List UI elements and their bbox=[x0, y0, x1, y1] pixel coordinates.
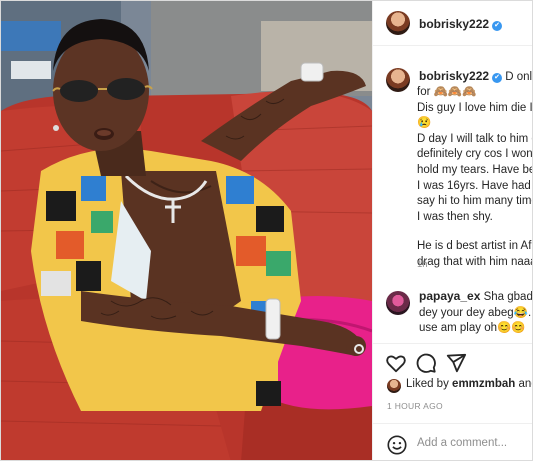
caption-line: I was 16yrs. Have had o bbox=[417, 179, 533, 192]
commenter-avatar[interactable] bbox=[386, 291, 410, 315]
post-header: bobrisky222 ✔ bbox=[373, 1, 532, 46]
likes-line: Liked by emmzmbah and 5 bbox=[406, 378, 532, 390]
smiley-icon[interactable] bbox=[386, 434, 408, 456]
liker-avatar[interactable] bbox=[387, 379, 401, 393]
caption-line: Dis guy I love him die I bbox=[417, 101, 533, 114]
action-bar bbox=[373, 343, 532, 378]
caption-line: I was then shy. bbox=[417, 210, 493, 223]
post-side-panel: bobrisky222✔ bobrisky222✔ D only c for 🙈… bbox=[372, 1, 533, 460]
likes-user[interactable]: emmzmbah bbox=[452, 378, 515, 390]
commenter-username[interactable]: papaya_ex bbox=[419, 289, 480, 303]
caption-line: for 🙈🙈🙈 bbox=[417, 86, 477, 98]
caption-line: definitely cry cos I won't bbox=[417, 148, 533, 161]
comment-icon[interactable] bbox=[415, 352, 437, 374]
heart-icon[interactable] bbox=[385, 352, 407, 374]
comment-line: use am play oh😊😊 bbox=[419, 322, 526, 335]
caption-line: say hi to him many time bbox=[417, 195, 533, 208]
caption-line: hold my tears. Have bee bbox=[417, 163, 533, 176]
caption-avatar[interactable] bbox=[386, 68, 410, 92]
caption-line: D only c bbox=[505, 71, 533, 83]
caption-line: D day I will talk to him c bbox=[417, 132, 533, 145]
post-timestamp[interactable]: 1 HOUR AGO bbox=[387, 401, 443, 411]
caption-line: drag that with him naaa bbox=[417, 255, 533, 268]
caption-text: for 🙈🙈🙈 Dis guy I love him die I 😢 D day… bbox=[417, 85, 533, 271]
caption-username[interactable]: bobrisky222 bbox=[419, 69, 489, 83]
comment-line: dey your dey abeg😂. I bbox=[419, 306, 533, 319]
add-comment-bar: Add a comment... bbox=[373, 423, 532, 460]
verified-badge-icon: ✔ bbox=[492, 21, 503, 31]
post-modal: bobrisky222✔ bobrisky222✔ D only c for 🙈… bbox=[0, 0, 533, 461]
share-icon[interactable] bbox=[445, 352, 467, 374]
caption-verified-badge-icon: ✔ bbox=[492, 73, 503, 83]
caption-gap bbox=[417, 225, 532, 239]
comment: papaya_ex Sha gbadun dey your dey abeg😂.… bbox=[419, 289, 533, 337]
caption-line: He is d best artist in Afr bbox=[417, 240, 533, 253]
likes-prefix: Liked by bbox=[406, 378, 449, 390]
add-comment-input[interactable]: Add a comment... bbox=[417, 437, 507, 449]
avatar[interactable] bbox=[386, 11, 410, 35]
caption-line: 😢 bbox=[417, 117, 432, 130]
caption-timestamp[interactable]: 1h bbox=[417, 259, 428, 270]
likes-suffix[interactable]: and 5 bbox=[519, 378, 532, 390]
comment-line: Sha gbadun bbox=[483, 291, 533, 303]
post-photo bbox=[1, 1, 372, 460]
header-username[interactable]: bobrisky222 bbox=[419, 17, 489, 31]
